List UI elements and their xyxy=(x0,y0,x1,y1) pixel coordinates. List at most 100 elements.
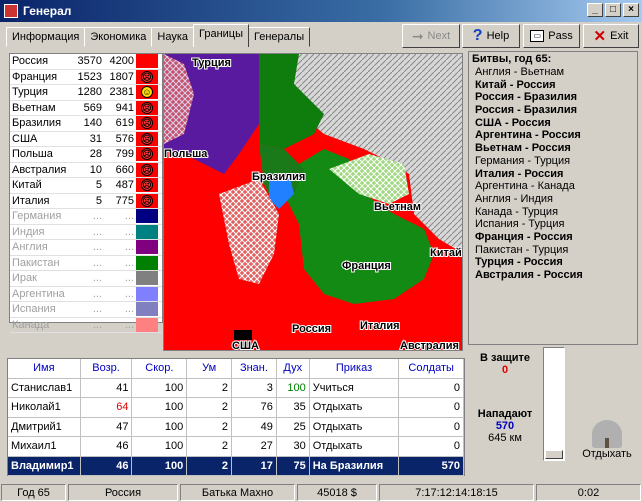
general-row[interactable]: Станислав1 41 100 2 3 100 Учиться 0 xyxy=(8,378,465,398)
country-row[interactable]: Польша 28 799 ☹ xyxy=(10,147,162,163)
tab-borders[interactable]: Границы xyxy=(193,24,250,47)
country-row[interactable]: Испания...... xyxy=(10,302,162,318)
map-label-vietnam: Вьетнам xyxy=(374,201,421,213)
country-row[interactable]: Индия...... xyxy=(10,224,162,240)
country-row[interactable]: Германия...... xyxy=(10,209,162,225)
general-order: Отдыхать xyxy=(310,437,400,456)
country-row[interactable]: Австралия 10 660 ☹ xyxy=(10,162,162,178)
country-color-swatch xyxy=(136,240,158,255)
country-color-swatch xyxy=(136,255,158,270)
sad-face-icon: ☹ xyxy=(141,132,153,145)
column-header[interactable]: Возр. xyxy=(80,359,133,378)
country-value2: 799 xyxy=(115,148,134,161)
country-row[interactable]: Пакистан...... xyxy=(10,255,162,271)
column-header[interactable]: Скор. xyxy=(132,359,188,378)
country-value1: ... xyxy=(92,210,102,223)
country-name: США xyxy=(12,132,38,145)
sad-face-icon: ☹ xyxy=(141,194,153,207)
minimize-button[interactable]: _ xyxy=(587,3,603,17)
country-color-swatch: ☹ xyxy=(136,131,158,146)
column-header[interactable]: Приказ xyxy=(309,359,400,378)
exit-label: Exit xyxy=(610,30,629,42)
country-row[interactable]: Аргентина...... xyxy=(10,286,162,302)
map-label-usa: США xyxy=(232,340,259,351)
map-label-brazil: Бразилия xyxy=(252,171,305,183)
pass-button[interactable]: ▭ Pass xyxy=(523,24,580,48)
battle-item: Аргентина - Россия xyxy=(475,129,581,142)
country-row[interactable]: Россия 3570 4200 xyxy=(10,54,162,70)
country-color-swatch xyxy=(136,317,158,332)
country-row[interactable]: Китай 5 487 ☹ xyxy=(10,178,162,194)
general-row[interactable]: Дмитрий1 47 100 2 49 25 Отдыхать 0 xyxy=(8,417,465,437)
defense-panel: В защите 0 Нападают 570 645 км xyxy=(470,352,540,444)
help-button[interactable]: ? Help xyxy=(462,24,520,48)
pass-label: Pass xyxy=(548,30,573,42)
general-spirit: 25 xyxy=(277,417,310,436)
general-row[interactable]: Михаил1 46 100 2 27 30 Отдыхать 0 xyxy=(8,437,465,457)
country-table: Россия 3570 4200 Франция 1523 1807 ☹ Турция 1280… xyxy=(9,53,163,333)
general-order: Учиться xyxy=(310,378,400,397)
column-header[interactable]: Имя xyxy=(8,359,81,378)
title-bar: Генерал _ □ × xyxy=(0,0,642,22)
country-value2: ... xyxy=(124,272,134,285)
column-header[interactable]: Знан. xyxy=(232,359,277,378)
country-value2: 1807 xyxy=(109,70,134,83)
slider-thumb[interactable] xyxy=(545,450,563,459)
close-button[interactable]: × xyxy=(623,3,639,17)
next-button[interactable]: ➞ Next xyxy=(402,24,460,48)
battle-item: Австралия - Россия xyxy=(475,269,583,281)
country-value2: 4200 xyxy=(109,55,134,68)
country-value1: ... xyxy=(92,272,102,285)
general-mind: 2 xyxy=(187,456,233,475)
rest-button[interactable]: Отдыхать xyxy=(572,420,642,460)
country-row[interactable]: Бразилия 140 619 ☹ xyxy=(10,116,162,132)
country-value2: 619 xyxy=(115,117,134,130)
country-value2: 775 xyxy=(115,194,134,207)
column-header[interactable]: Солдаты xyxy=(399,359,465,378)
general-know: 49 xyxy=(232,417,277,436)
country-row[interactable]: Канада...... xyxy=(10,317,162,333)
country-row[interactable]: США 31 576 ☹ xyxy=(10,131,162,147)
general-name: Дмитрий1 xyxy=(8,417,81,436)
sad-face-icon: ☹ xyxy=(141,179,153,192)
general-spirit: 35 xyxy=(277,398,310,417)
map-label-italy: Италия xyxy=(360,320,400,332)
country-row[interactable]: Италия 5 775 ☹ xyxy=(10,193,162,209)
general-row[interactable]: Владимир1 46 100 2 17 75 На Бразилия 570 xyxy=(8,456,465,476)
country-value1: ... xyxy=(92,225,102,238)
country-value1: 5 xyxy=(95,179,102,192)
rest-label: Отдыхать xyxy=(582,448,632,460)
country-name: Австралия xyxy=(12,163,67,176)
country-name: Аргентина xyxy=(12,287,65,300)
general-row[interactable]: Николай1 64 100 2 76 35 Отдыхать 0 xyxy=(8,398,465,418)
tab-generals[interactable]: Генералы xyxy=(248,27,311,47)
country-row[interactable]: Англия...... xyxy=(10,240,162,256)
status-time: 7:17:12:14:18:15 xyxy=(379,484,534,501)
country-row[interactable]: Вьетнам 569 941 ☹ xyxy=(10,100,162,116)
tab-economy[interactable]: Экономика xyxy=(84,27,153,47)
country-name: Вьетнам xyxy=(12,101,56,114)
battle-item: Франция - Россия xyxy=(475,230,573,243)
troop-slider[interactable] xyxy=(543,347,565,461)
column-header[interactable]: Дух xyxy=(276,359,310,378)
country-name: Китай xyxy=(12,179,42,192)
tab-science[interactable]: Наука xyxy=(151,27,195,47)
map-label-france: Франция xyxy=(342,260,391,272)
exit-button[interactable]: ✕ Exit xyxy=(583,24,639,48)
general-speed: 100 xyxy=(132,456,188,475)
general-know: 27 xyxy=(232,437,277,456)
general-age: 64 xyxy=(81,398,133,417)
country-row[interactable]: Ирак...... xyxy=(10,271,162,287)
country-color-swatch: ☹ xyxy=(136,162,158,177)
general-order: Отдыхать xyxy=(310,398,400,417)
help-icon: ? xyxy=(472,27,483,44)
country-value1: 1523 xyxy=(77,70,102,83)
world-map[interactable]: Турция Польша Бразилия Вьетнам Китай Фра… xyxy=(163,53,463,351)
general-spirit: 100 xyxy=(277,378,310,397)
maximize-button[interactable]: □ xyxy=(605,3,621,17)
battle-item: Пакистан - Турция xyxy=(475,243,569,256)
country-row[interactable]: Турция 1280 2381 ☺ xyxy=(10,85,162,101)
tab-info[interactable]: Информация xyxy=(6,27,86,47)
country-row[interactable]: Франция 1523 1807 ☹ xyxy=(10,69,162,85)
column-header[interactable]: Ум xyxy=(187,359,233,378)
